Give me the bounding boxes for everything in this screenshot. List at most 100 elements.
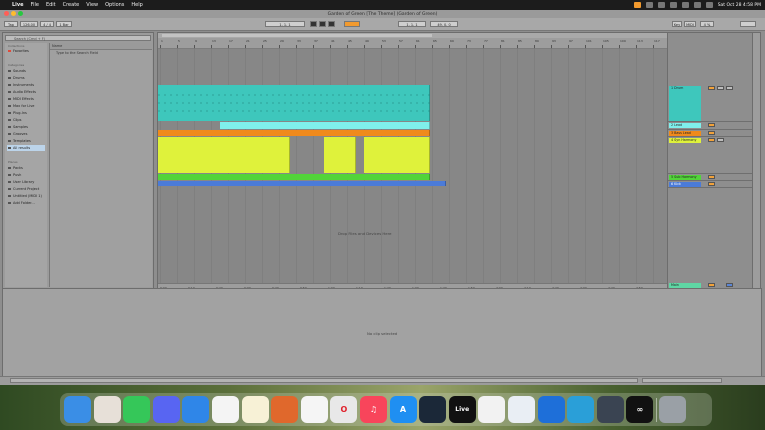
app-store-icon[interactable]: A bbox=[389, 396, 417, 423]
sidebar-item-max-for-live[interactable]: Max for Live bbox=[7, 103, 45, 109]
track-name-syn-harmony[interactable]: 4 Syn Harmony bbox=[669, 138, 701, 143]
track-header-drum[interactable]: 1 Drum bbox=[668, 85, 752, 122]
sidebar-item-push[interactable]: Push bbox=[7, 172, 45, 178]
track-header-sub-harmony[interactable]: 5 Sub Harmony bbox=[668, 174, 752, 181]
battery-icon[interactable] bbox=[657, 2, 665, 8]
track-lane-drum[interactable] bbox=[158, 85, 668, 121]
menu-options[interactable]: Options bbox=[105, 2, 124, 8]
clip-kick[interactable] bbox=[158, 181, 446, 186]
zoom-window-button[interactable] bbox=[18, 11, 23, 16]
ableton-live-icon[interactable]: Live bbox=[448, 396, 476, 423]
clip-syn-harmony-2[interactable] bbox=[324, 137, 356, 173]
track-header-kick[interactable]: 6 Kick bbox=[668, 181, 752, 188]
track-activator-button[interactable] bbox=[708, 182, 715, 186]
midi-map-button[interactable]: MIDI bbox=[684, 21, 696, 27]
menu-view[interactable]: View bbox=[86, 2, 98, 8]
automation-arm-button[interactable] bbox=[344, 21, 360, 27]
sidebar-item-templates[interactable]: Templates bbox=[7, 138, 45, 144]
solo-button[interactable] bbox=[717, 86, 724, 90]
track-activator-button[interactable] bbox=[708, 123, 715, 127]
track-header-syn-harmony[interactable]: 4 Syn Harmony bbox=[668, 137, 752, 174]
discord-icon[interactable] bbox=[152, 396, 180, 423]
track-header-bass-lead[interactable]: 3 Bass Lead bbox=[668, 130, 752, 137]
steam-icon[interactable] bbox=[419, 396, 447, 423]
clip-sub-harmony[interactable] bbox=[158, 174, 430, 180]
browser-search-input[interactable]: Search (Cmd + F) bbox=[5, 35, 151, 41]
search-icon[interactable] bbox=[681, 2, 689, 8]
sidebar-item-user-library[interactable]: User Library bbox=[7, 179, 45, 185]
arm-button[interactable] bbox=[726, 86, 733, 90]
menu-live[interactable]: Live bbox=[12, 2, 24, 8]
vertical-scrollbar[interactable] bbox=[752, 32, 761, 290]
loop-start-field[interactable]: 1. 1. 1 bbox=[398, 21, 426, 27]
track-name-kick[interactable]: 6 Kick bbox=[669, 182, 701, 187]
detail-view[interactable]: No clip selected bbox=[2, 288, 762, 382]
time-signature-field[interactable]: 4 / 4 bbox=[40, 21, 54, 27]
track-lane-syn-harmony[interactable] bbox=[158, 137, 668, 173]
arrangement-position[interactable]: 1. 1. 1 bbox=[265, 21, 305, 27]
sidebar-item-all-results[interactable]: All results bbox=[7, 145, 45, 151]
music-icon[interactable]: ♫ bbox=[359, 396, 387, 423]
track-name-bass-lead[interactable]: 3 Bass Lead bbox=[669, 131, 701, 136]
sidebar-item-add-folder[interactable]: Add Folder... bbox=[7, 200, 45, 206]
menu-create[interactable]: Create bbox=[63, 2, 80, 8]
sidebar-item-plug-ins[interactable]: Plug-Ins bbox=[7, 110, 45, 116]
tap-button[interactable]: Tap bbox=[4, 21, 18, 27]
menu-file[interactable]: File bbox=[31, 2, 39, 8]
launchpad-icon[interactable] bbox=[93, 396, 121, 423]
main-solo-button[interactable] bbox=[726, 283, 733, 287]
track-activator-button[interactable] bbox=[708, 86, 715, 90]
control-center-icon[interactable] bbox=[693, 2, 701, 8]
finder-icon[interactable] bbox=[64, 396, 91, 423]
meta-icon[interactable]: ∞ bbox=[626, 396, 654, 423]
mail-icon[interactable] bbox=[182, 396, 210, 423]
play-button[interactable] bbox=[310, 21, 317, 27]
clip-syn-harmony-3[interactable] bbox=[364, 137, 430, 173]
messages-icon[interactable] bbox=[123, 396, 151, 423]
solo-button[interactable] bbox=[717, 138, 724, 142]
wifi-icon[interactable] bbox=[669, 2, 677, 8]
track-activator-button[interactable] bbox=[708, 138, 715, 142]
track-activator-button[interactable] bbox=[708, 131, 715, 135]
unity-icon[interactable] bbox=[596, 396, 624, 423]
key-map-button[interactable]: Key bbox=[672, 21, 682, 27]
clip-syn-harmony-1[interactable] bbox=[158, 137, 290, 173]
track-lane-sub-harmony[interactable] bbox=[158, 174, 668, 180]
track-lane-bass-lead[interactable] bbox=[158, 130, 668, 136]
tuner-icon[interactable] bbox=[271, 396, 299, 423]
clip-bass-lead[interactable] bbox=[158, 130, 430, 136]
track-activator-button[interactable] bbox=[708, 175, 715, 179]
sidebar-item-drums[interactable]: Drums bbox=[7, 75, 45, 81]
clip-lead[interactable] bbox=[220, 122, 430, 129]
menu-edit[interactable]: Edit bbox=[46, 2, 56, 8]
sidebar-item-favorites[interactable]: Favorites bbox=[7, 48, 45, 54]
close-window-button[interactable] bbox=[4, 11, 9, 16]
opera-icon[interactable]: O bbox=[330, 396, 358, 423]
beat-time-ruler[interactable]: 1 5 9 13 17 21 25 29 33 37 41 45 49 53 57 61 65 69 73 77 81 8… bbox=[158, 38, 668, 49]
preview-icon[interactable] bbox=[507, 396, 535, 423]
record-button[interactable] bbox=[328, 21, 335, 27]
sidebar-item-sounds[interactable]: Sounds bbox=[7, 68, 45, 74]
track-name-sub-harmony[interactable]: 5 Sub Harmony bbox=[669, 175, 701, 180]
sidebar-item-instruments[interactable]: Instruments bbox=[7, 82, 45, 88]
track-name-drum[interactable]: 1 Drum bbox=[669, 86, 701, 121]
loop-length-field[interactable]: 49. 0. 0 bbox=[430, 21, 458, 27]
status-app-icon[interactable] bbox=[633, 2, 641, 8]
capcut-icon[interactable] bbox=[478, 396, 506, 423]
menu-help[interactable]: Help bbox=[131, 2, 142, 8]
clip-drum[interactable] bbox=[158, 85, 430, 121]
reminders-icon[interactable] bbox=[300, 396, 328, 423]
sidebar-item-samples[interactable]: Samples bbox=[7, 124, 45, 130]
photos-icon[interactable] bbox=[211, 396, 239, 423]
sidebar-item-untitled[interactable]: Untitled (MIDI 1) bbox=[7, 193, 45, 199]
sidebar-item-packs[interactable]: Packs bbox=[7, 165, 45, 171]
sidebar-item-current-project[interactable]: Current Project bbox=[7, 186, 45, 192]
notes-icon[interactable] bbox=[241, 396, 269, 423]
track-name-lead[interactable]: 2 Lead bbox=[669, 123, 701, 128]
track-header-lead[interactable]: 2 Lead bbox=[668, 122, 752, 130]
sidebar-item-midi-effects[interactable]: MIDI Effects bbox=[7, 96, 45, 102]
browser-list-item[interactable]: Type to the Search Field bbox=[50, 50, 152, 56]
status-icon[interactable] bbox=[645, 2, 653, 8]
siri-icon[interactable] bbox=[705, 2, 713, 8]
trash-icon[interactable] bbox=[659, 396, 687, 423]
